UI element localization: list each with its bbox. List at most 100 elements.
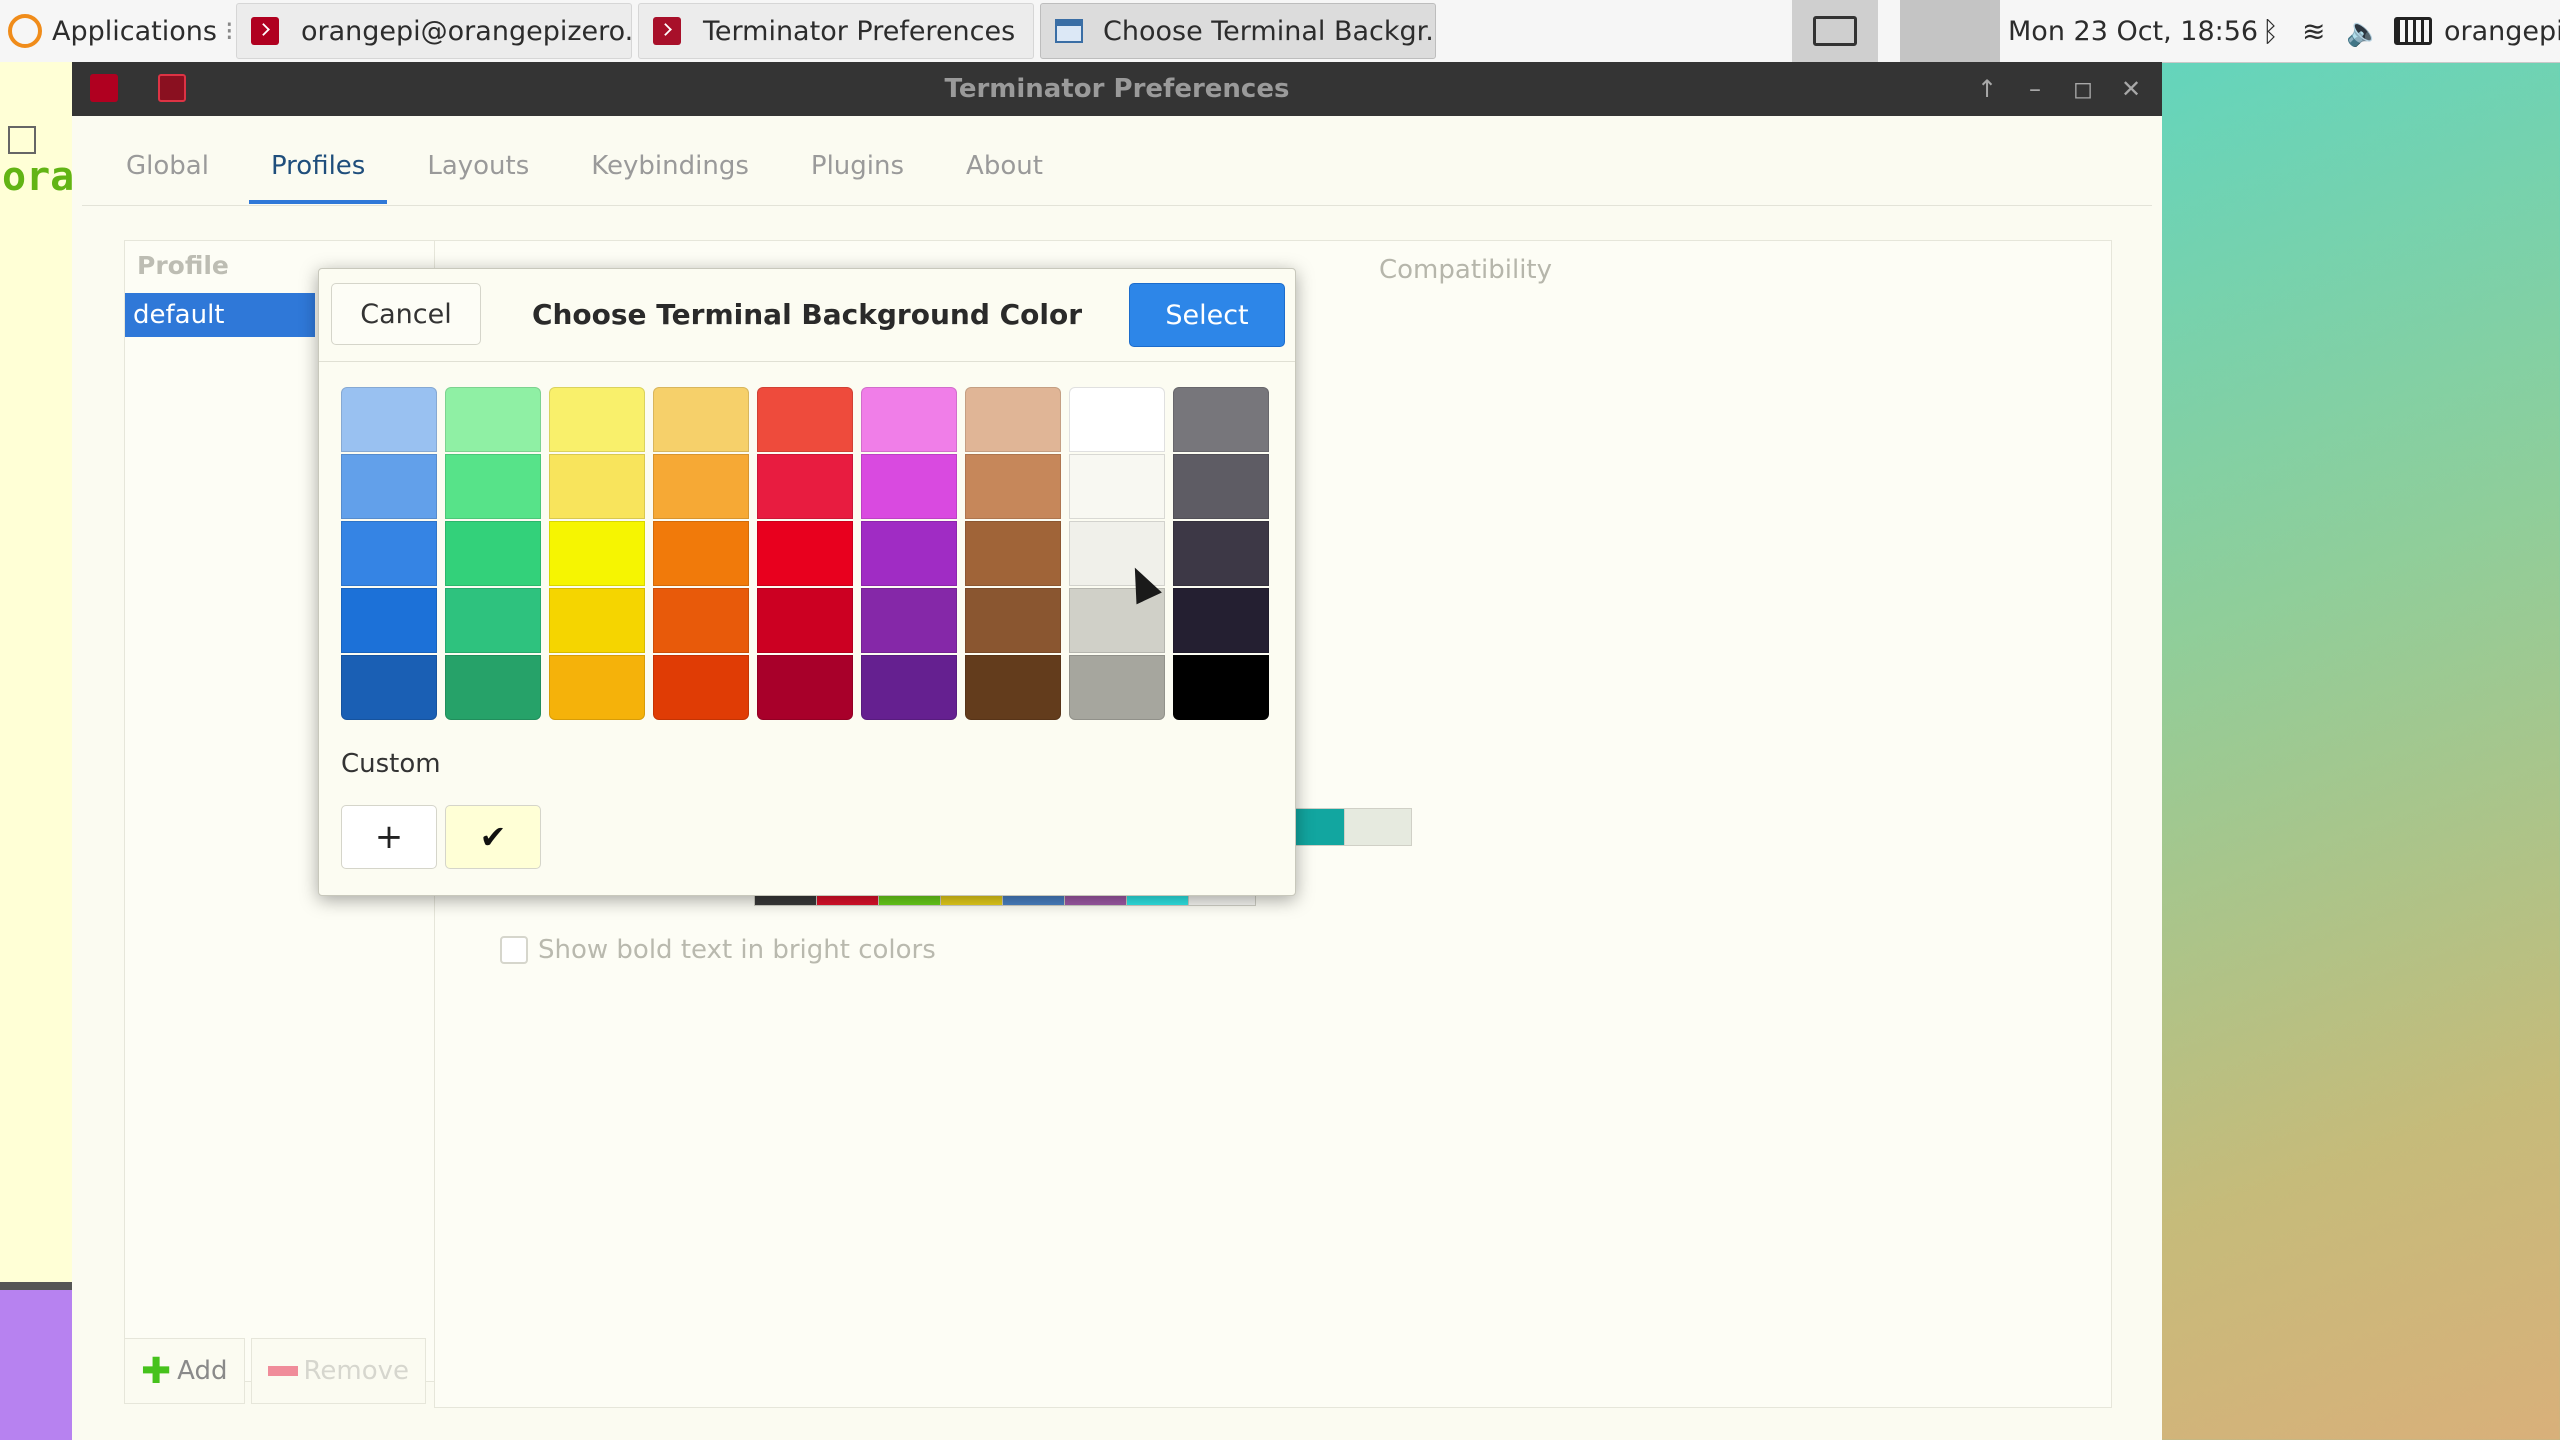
workspace-1-button[interactable]: [1792, 0, 1878, 62]
palette-swatch[interactable]: [861, 387, 957, 452]
profile-column-header[interactable]: Profile: [137, 251, 229, 280]
palette-swatch[interactable]: [757, 454, 853, 519]
orange-logo-icon: [8, 14, 42, 48]
applications-menu[interactable]: Applications ⁝: [8, 0, 234, 62]
profile-row-default[interactable]: default: [125, 293, 315, 337]
taskbar-item-terminal[interactable]: orangepi@orangepizero...: [236, 3, 632, 59]
palette-swatch[interactable]: [445, 454, 541, 519]
taskbar-item-color-chooser[interactable]: Choose Terminal Backgr...: [1040, 3, 1436, 59]
custom-add-button[interactable]: +: [341, 805, 437, 869]
tab-global[interactable]: Global: [104, 132, 231, 200]
close-icon[interactable]: ✕: [2116, 74, 2146, 104]
taskbar-item-label: Choose Terminal Backgr...: [1103, 15, 1436, 47]
palette-swatch[interactable]: [653, 387, 749, 452]
palette-swatch[interactable]: [757, 655, 853, 720]
palette-swatch[interactable]: [965, 387, 1061, 452]
palette-swatch[interactable]: [965, 454, 1061, 519]
tab-plugins[interactable]: Plugins: [789, 132, 926, 200]
desktop-background-area: [0, 1290, 72, 1440]
palette-swatch[interactable]: [861, 454, 957, 519]
taskbar-item-preferences[interactable]: Terminator Preferences: [638, 3, 1034, 59]
color-palette: [341, 387, 1269, 722]
palette-swatch[interactable]: [341, 387, 437, 452]
palette-swatch[interactable]: [1173, 521, 1269, 586]
select-button[interactable]: Select: [1129, 283, 1285, 347]
add-label: Add: [177, 1356, 228, 1386]
layout-icon[interactable]: [8, 126, 36, 154]
palette-swatch[interactable]: [861, 588, 957, 653]
palette-swatch[interactable]: [445, 387, 541, 452]
palette-swatch[interactable]: [965, 655, 1061, 720]
user-menu[interactable]: orangepi: [2444, 0, 2560, 62]
palette-swatch[interactable]: [549, 588, 645, 653]
bold-bright-checkbox[interactable]: Show bold text in bright colors: [500, 935, 936, 965]
keyboard-icon[interactable]: [2394, 0, 2432, 62]
palette-swatch[interactable]: [341, 454, 437, 519]
minimize-icon[interactable]: –: [2020, 74, 2050, 104]
remove-profile-button[interactable]: Remove: [250, 1338, 427, 1404]
palette-swatch[interactable]: [549, 387, 645, 452]
palette-swatch[interactable]: [861, 521, 957, 586]
taskbar-item-label: orangepi@orangepizero...: [301, 15, 632, 47]
tab-about[interactable]: About: [944, 132, 1065, 200]
palette-swatch[interactable]: [1069, 655, 1165, 720]
remove-icon: [267, 1366, 298, 1376]
palette-swatch[interactable]: [653, 655, 749, 720]
window-titlebar[interactable]: Terminator Preferences ↑ – ◻ ✕: [72, 62, 2162, 116]
palette-swatch[interactable]: [965, 588, 1061, 653]
palette-swatch[interactable]: [653, 521, 749, 586]
dialog-header: Cancel Choose Terminal Background Color …: [319, 269, 1295, 362]
palette-swatch[interactable]: [445, 521, 541, 586]
checkbox-box[interactable]: [500, 936, 528, 964]
remove-label: Remove: [303, 1356, 410, 1386]
custom-color-selected[interactable]: ✔: [445, 805, 541, 869]
palette-color-swatch[interactable]: [1344, 808, 1412, 846]
tab-profiles[interactable]: Profiles: [248, 132, 388, 204]
tab-layouts[interactable]: Layouts: [405, 132, 551, 200]
clock[interactable]: Mon 23 Oct, 18:56: [2008, 0, 2258, 62]
window-title: Terminator Preferences: [944, 74, 1290, 104]
add-profile-button[interactable]: ✚ Add: [124, 1338, 245, 1404]
palette-swatch[interactable]: [1069, 454, 1165, 519]
divider: [0, 1282, 72, 1290]
palette-swatch[interactable]: [549, 521, 645, 586]
top-panel: Applications ⁝ orangepi@orangepizero... …: [0, 0, 2560, 63]
palette-swatch[interactable]: [1173, 387, 1269, 452]
palette-swatch[interactable]: [965, 521, 1061, 586]
wifi-icon[interactable]: ≋: [2302, 0, 2325, 62]
bluetooth-icon[interactable]: ᛒ: [2262, 0, 2279, 62]
palette-swatch[interactable]: [341, 588, 437, 653]
palette-swatch[interactable]: [757, 387, 853, 452]
palette-swatch[interactable]: [549, 655, 645, 720]
palette-swatch[interactable]: [341, 521, 437, 586]
terminal-window-strip[interactable]: ora: [0, 62, 75, 1440]
palette-swatch[interactable]: [445, 588, 541, 653]
separator-dots-icon: ⁝: [224, 15, 234, 47]
maximize-icon[interactable]: ◻: [2068, 74, 2098, 104]
tab-keybindings[interactable]: Keybindings: [569, 132, 771, 200]
terminator-preferences-icon: [653, 17, 681, 45]
palette-swatch[interactable]: [757, 588, 853, 653]
palette-swatch[interactable]: [445, 655, 541, 720]
applications-label: Applications: [52, 15, 217, 47]
subtab-compatibility[interactable]: Compatibility: [1379, 255, 1552, 285]
add-icon: ✚: [141, 1350, 172, 1392]
palette-swatch[interactable]: [1069, 387, 1165, 452]
cancel-button[interactable]: Cancel: [331, 283, 481, 345]
palette-swatch[interactable]: [549, 454, 645, 519]
terminal-text: ora: [2, 154, 75, 200]
palette-swatch[interactable]: [653, 588, 749, 653]
palette-swatch[interactable]: [341, 655, 437, 720]
workspace-2-button[interactable]: [1900, 0, 2000, 62]
palette-swatch[interactable]: [1173, 588, 1269, 653]
bold-bright-label: Show bold text in bright colors: [538, 935, 936, 965]
palette-swatch[interactable]: [757, 521, 853, 586]
palette-swatch[interactable]: [1173, 655, 1269, 720]
palette-swatch[interactable]: [1173, 454, 1269, 519]
volume-icon[interactable]: 🔈: [2346, 0, 2381, 62]
palette-swatch[interactable]: [861, 655, 957, 720]
palette-swatch[interactable]: [653, 454, 749, 519]
custom-label: Custom: [341, 749, 441, 779]
keep-above-icon[interactable]: ↑: [1972, 74, 2002, 104]
tabs-divider: [82, 205, 2152, 206]
